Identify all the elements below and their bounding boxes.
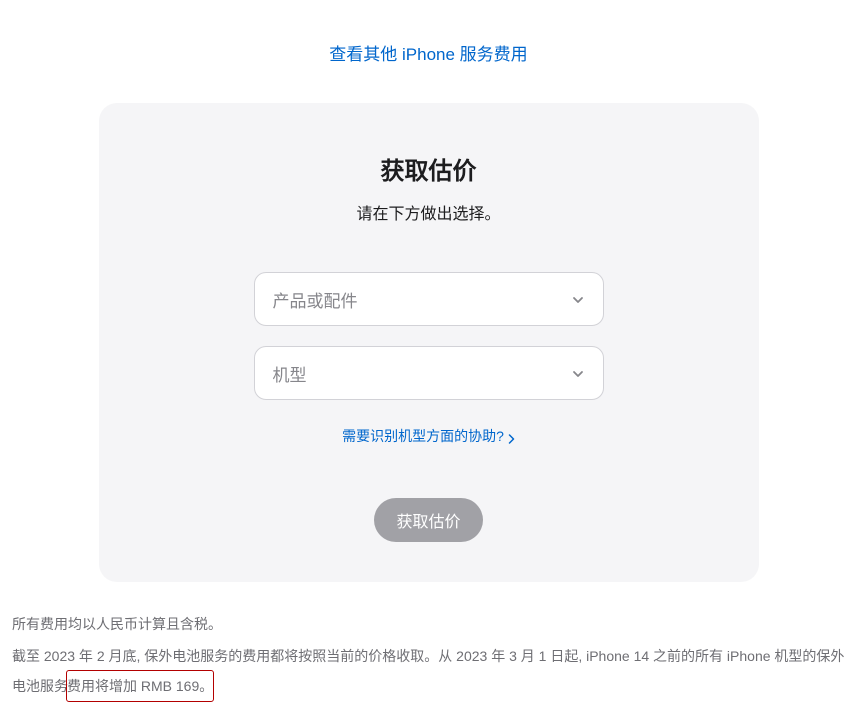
card-subtitle: 请在下方做出选择。 [139, 200, 719, 224]
chevron-down-icon [571, 366, 585, 380]
top-link-wrap: 查看其他 iPhone 服务费用 [10, 40, 847, 65]
price-increase-highlight: 费用将增加 RMB 169。 [66, 670, 214, 702]
model-select[interactable]: 机型 [254, 346, 604, 400]
footer-line1: 所有费用均以人民币计算且含税。 [12, 610, 845, 638]
product-select-label: 产品或配件 [273, 287, 358, 312]
other-service-fee-link[interactable]: 查看其他 iPhone 服务费用 [329, 45, 527, 64]
footer-line2: 截至 2023 年 2 月底, 保外电池服务的费用都将按照当前的价格收取。从 2… [12, 642, 845, 702]
model-select-label: 机型 [273, 361, 307, 386]
product-select[interactable]: 产品或配件 [254, 272, 604, 326]
product-select-wrap: 产品或配件 [254, 272, 604, 326]
footer-text: 所有费用均以人民币计算且含税。 截至 2023 年 2 月底, 保外电池服务的费… [10, 610, 847, 702]
estimate-card: 获取估价 请在下方做出选择。 产品或配件 机型 需要识别机型方面的协助? [99, 103, 759, 582]
chevron-right-icon [508, 431, 515, 441]
card-title: 获取估价 [139, 151, 719, 186]
identify-model-help-link[interactable]: 需要识别机型方面的协助? [342, 426, 515, 446]
help-link-text: 需要识别机型方面的协助? [342, 426, 504, 446]
model-select-wrap: 机型 [254, 346, 604, 400]
chevron-down-icon [571, 292, 585, 306]
get-estimate-button[interactable]: 获取估价 [374, 498, 482, 542]
